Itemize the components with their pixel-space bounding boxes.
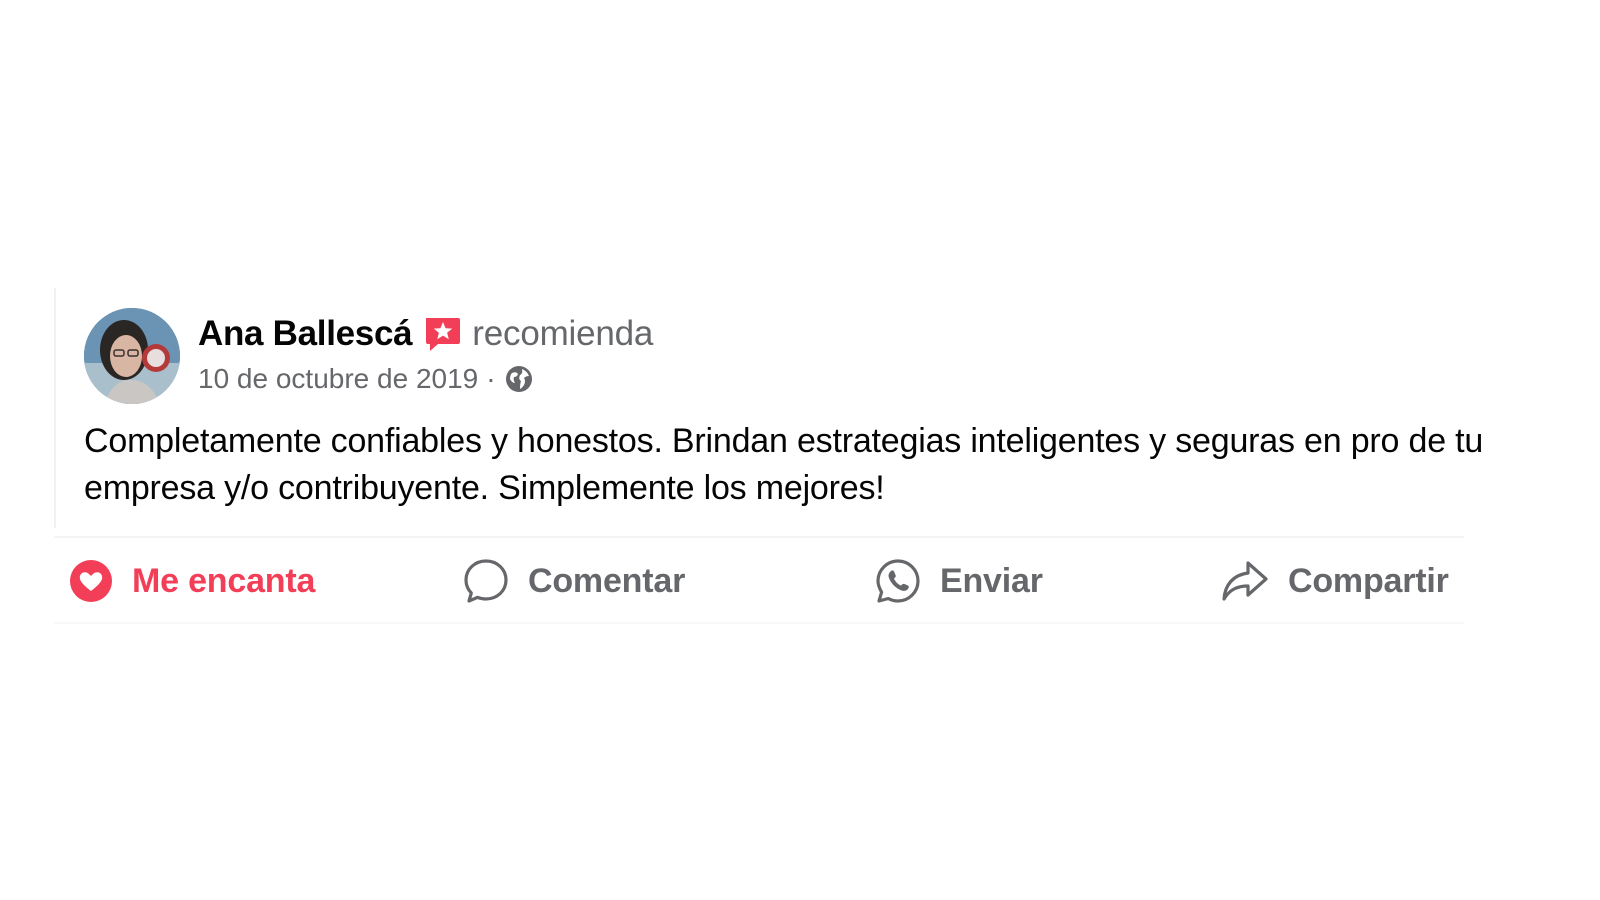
author-row: Ana Ballescá recomienda	[198, 314, 653, 354]
share-button[interactable]: Compartir	[1220, 556, 1449, 606]
love-button[interactable]: Me encanta	[68, 556, 315, 606]
send-label: Enviar	[940, 561, 1043, 600]
avatar[interactable]	[84, 308, 180, 404]
author-name[interactable]: Ana Ballescá	[198, 314, 413, 354]
avatar-photo	[84, 308, 180, 404]
recommend-badge-icon	[422, 314, 462, 354]
whatsapp-icon	[874, 557, 922, 605]
share-label: Compartir	[1288, 561, 1449, 600]
send-button[interactable]: Enviar	[874, 556, 1043, 606]
post-meta: 10 de octubre de 2019 ·	[198, 362, 534, 396]
comment-label: Comentar	[528, 561, 686, 600]
post-date[interactable]: 10 de octubre de 2019	[198, 363, 478, 395]
heart-icon	[68, 558, 114, 604]
meta-separator: ·	[486, 363, 496, 394]
globe-icon	[504, 364, 534, 394]
comment-icon	[462, 557, 510, 605]
share-icon	[1220, 557, 1270, 605]
comment-button[interactable]: Comentar	[462, 556, 685, 606]
love-label: Me encanta	[132, 561, 316, 600]
action-bar: Me encanta Comentar Enviar Compartir	[54, 536, 1464, 624]
review-text: Completamente confiables y honestos. Bri…	[84, 422, 1484, 507]
recommend-label: recomienda	[472, 314, 654, 353]
review-post: Ana Ballescá recomienda 10 de octubre de…	[54, 288, 1600, 528]
